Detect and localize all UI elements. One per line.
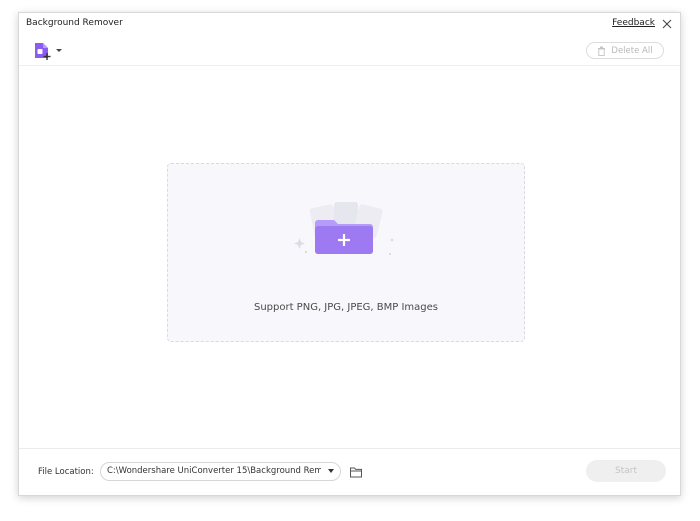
chevron-down-icon <box>328 469 334 473</box>
app-window: Background Remover Feedback Delete All S… <box>18 12 681 496</box>
feedback-link[interactable]: Feedback <box>612 18 655 28</box>
add-file-icon <box>35 43 62 60</box>
supported-formats-text: Support PNG, JPG, JPEG, BMP Images <box>253 302 439 313</box>
trash-icon <box>598 46 606 56</box>
file-location-select[interactable]: C:\Wondershare UniConverter 15\Backgroun… <box>100 462 341 481</box>
open-folder-button[interactable] <box>349 464 363 478</box>
close-button[interactable] <box>660 16 674 30</box>
file-location-label: File Location: <box>38 467 94 477</box>
start-button[interactable]: Start <box>586 460 666 482</box>
add-folder-icon <box>294 202 394 256</box>
delete-all-label: Delete All <box>611 45 653 56</box>
delete-all-button[interactable]: Delete All <box>586 42 664 59</box>
file-location-value: C:\Wondershare UniConverter 15\Backgroun… <box>107 466 321 476</box>
close-icon <box>662 19 672 29</box>
bottom-bar: File Location: C:\Wondershare UniConvert… <box>19 448 680 495</box>
title-bar: Background Remover Feedback <box>19 13 680 35</box>
image-drop-zone[interactable]: Support PNG, JPG, JPEG, BMP Images <box>167 163 525 342</box>
add-file-button[interactable] <box>33 41 65 61</box>
window-title: Background Remover <box>26 18 123 28</box>
folder-icon <box>350 467 362 478</box>
toolbar: Delete All <box>19 35 680 66</box>
